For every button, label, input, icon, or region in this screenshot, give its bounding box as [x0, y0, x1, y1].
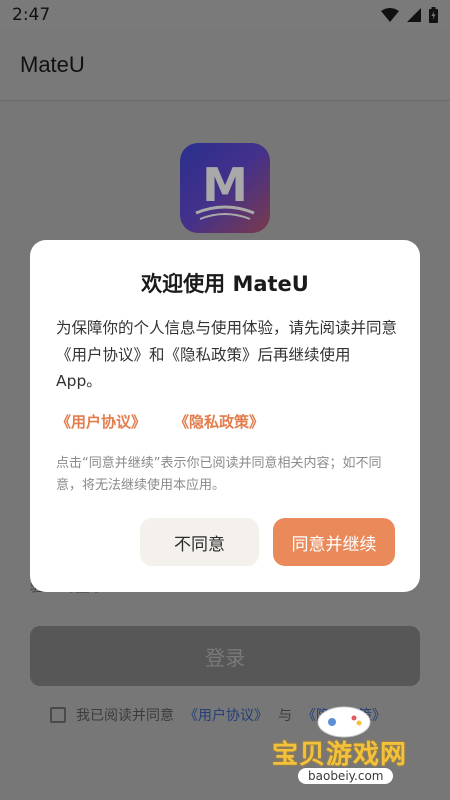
wifi-icon [381, 8, 399, 22]
dialog-note: 点击“同意并继续”表示你已阅读并同意相关内容；如不同意，将无法继续使用本应用。 [56, 456, 382, 494]
login-button[interactable]: 登录 [30, 626, 420, 686]
privacy-policy-link[interactable]: 《隐私政策》 [174, 411, 264, 432]
logo-letter: M [202, 158, 248, 212]
watermark-url: baobeiy.com [298, 768, 394, 784]
user-agreement-link[interactable]: 《用户协议》 [56, 411, 146, 432]
signal-icon [407, 8, 421, 22]
status-time: 2:47 [12, 5, 51, 25]
agree-user-agreement-link[interactable]: 《用户协议》 [184, 705, 268, 725]
battery-icon [429, 7, 438, 23]
dialog-body: 为保障你的个人信息与使用体验，请先阅读并同意《用户协议》和《隐私政策》后再继续使… [56, 319, 398, 391]
watermark-text: 宝贝游戏网 [272, 740, 408, 770]
app-bar: MateU [0, 30, 450, 101]
accept-continue-button[interactable]: 同意并继续 [273, 518, 395, 566]
status-bar: 2:47 [0, 0, 450, 30]
agree-checkbox[interactable] [50, 707, 66, 723]
status-icons [381, 7, 438, 23]
app-logo: M [180, 143, 270, 233]
welcome-dialog: 欢迎使用 MateU 为保障你的个人信息与使用体验，请先阅读并同意《用户协议》和… [30, 240, 420, 592]
dialog-title: 欢迎使用 MateU [141, 272, 309, 296]
agree-prefix: 我已阅读并同意 [76, 708, 174, 724]
decline-button[interactable]: 不同意 [140, 518, 259, 566]
app-title: MateU [20, 52, 85, 77]
watermark: 宝贝游戏网 baobeiy.com [272, 700, 450, 800]
